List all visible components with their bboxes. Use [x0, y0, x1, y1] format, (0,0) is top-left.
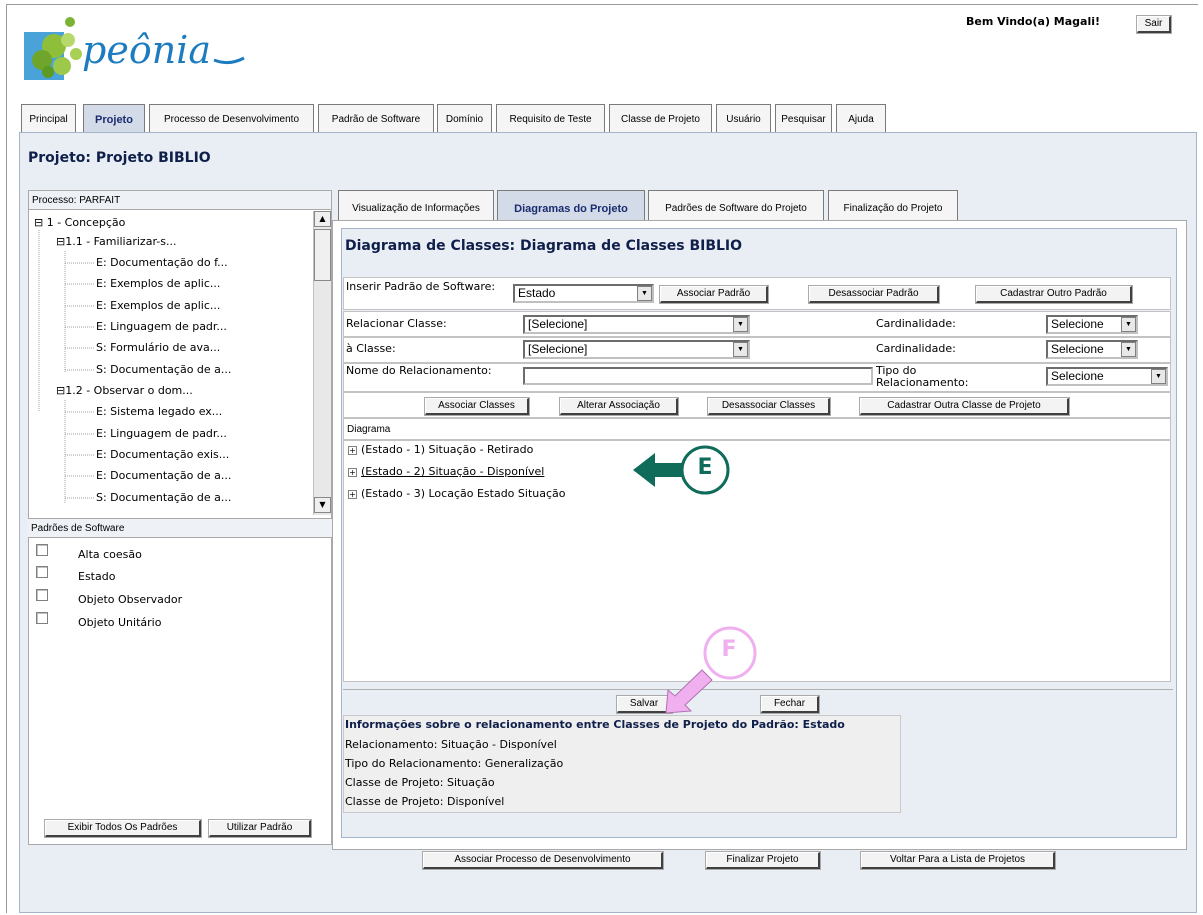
- expand-icon[interactable]: +: [348, 445, 357, 455]
- diagram-title: Diagrama de Classes: Diagrama de Classes…: [345, 238, 743, 254]
- pattern-select[interactable]: Estado ▼: [513, 284, 654, 303]
- tab-requisito-teste[interactable]: Requisito de Teste: [496, 104, 605, 132]
- cardinality-label: Cardinalidade:: [876, 317, 956, 330]
- pattern-item[interactable]: Estado: [36, 566, 115, 583]
- scroll-thumb[interactable]: [314, 229, 331, 281]
- annotation-arrow-f: [665, 669, 713, 714]
- tab-visualizacao-informacoes[interactable]: Visualização de Informações: [338, 190, 494, 220]
- rel-name-input[interactable]: [523, 367, 873, 385]
- welcome-text: Bem Vindo(a) Magali!: [966, 15, 1101, 28]
- tab-padrao-software[interactable]: Padrão de Software: [318, 104, 434, 132]
- diagram-header: Diagrama: [343, 418, 1171, 440]
- cardinality-label: Cardinalidade:: [876, 342, 956, 355]
- logout-button[interactable]: Sair: [1136, 15, 1172, 34]
- tab-ajuda[interactable]: Ajuda: [836, 104, 886, 132]
- tab-usuario[interactable]: Usuário: [716, 104, 771, 132]
- associate-classes-button[interactable]: Associar Classes: [424, 397, 530, 416]
- divider: [343, 689, 1173, 690]
- rel-type-label: Tipo do Relacionamento:: [876, 364, 969, 389]
- annotation-arrow-e: [633, 445, 730, 495]
- tab-processo-desenvolvimento[interactable]: Processo de Desenvolvimento: [149, 104, 314, 132]
- annotation-e-label: E: [697, 455, 713, 480]
- expand-icon[interactable]: +: [348, 489, 357, 499]
- dropdown-arrow-icon[interactable]: ▼: [637, 286, 652, 301]
- dropdown-arrow-icon[interactable]: ▼: [733, 342, 748, 357]
- tab-finalizacao-projeto[interactable]: Finalização do Projeto: [828, 190, 958, 220]
- tab-principal[interactable]: Principal: [21, 104, 76, 132]
- back-to-projects-button[interactable]: Voltar Para a Lista de Projetos: [860, 851, 1056, 870]
- diagram-item[interactable]: + (Estado - 3) Locação Estado Situação: [348, 487, 565, 501]
- register-class-button[interactable]: Cadastrar Outra Classe de Projeto: [859, 397, 1070, 416]
- register-pattern-button[interactable]: Cadastrar Outro Padrão: [975, 285, 1133, 304]
- info-line: Relacionamento: Situação - Disponível: [345, 738, 557, 751]
- tab-diagramas-projeto[interactable]: Diagramas do Projeto: [497, 190, 645, 220]
- pattern-item[interactable]: Alta coesão: [36, 544, 142, 561]
- pattern-checkbox[interactable]: [36, 612, 48, 624]
- diagram-item[interactable]: + (Estado - 1) Situação - Retirado: [348, 443, 533, 457]
- to-class-label: à Classe:: [346, 342, 396, 355]
- insert-pattern-label: Inserir Padrão de Software:: [346, 280, 496, 293]
- process-header: Processo: PARFAIT: [28, 190, 332, 210]
- pattern-item[interactable]: Objeto Observador: [36, 589, 182, 606]
- use-pattern-button[interactable]: Utilizar Padrão: [208, 819, 312, 838]
- relate-class-select[interactable]: [Selecione] ▼: [523, 315, 750, 334]
- dropdown-arrow-icon[interactable]: ▼: [1151, 369, 1166, 384]
- dropdown-arrow-icon[interactable]: ▼: [733, 317, 748, 332]
- patterns-header: Padrões de Software: [28, 518, 332, 538]
- info-line: Tipo do Relacionamento: Generalização: [345, 757, 564, 770]
- alter-association-button[interactable]: Alterar Associação: [559, 397, 679, 416]
- rel-type-select[interactable]: Selecione ▼: [1046, 367, 1168, 386]
- tab-projeto[interactable]: Projeto: [83, 104, 145, 132]
- dissociate-classes-button[interactable]: Desassociar Classes: [707, 397, 831, 416]
- info-title: Informações sobre o relacionamento entre…: [345, 718, 845, 731]
- pattern-checkbox[interactable]: [36, 566, 48, 578]
- relate-class-label: Relacionar Classe:: [346, 317, 447, 330]
- show-all-patterns-button[interactable]: Exibir Todos Os Padrões: [44, 819, 202, 838]
- scroll-down-icon[interactable]: ▼: [314, 497, 331, 513]
- tab-padroes-software-projeto[interactable]: Padrões de Software do Projeto: [648, 190, 824, 220]
- logo-wordmark: peônia: [82, 28, 211, 72]
- pattern-checkbox[interactable]: [36, 544, 48, 556]
- diagram-item[interactable]: + (Estado - 2) Situação - Disponível: [348, 465, 544, 479]
- scroll-up-icon[interactable]: ▲: [314, 211, 331, 227]
- associate-process-button[interactable]: Associar Processo de Desenvolvimento: [422, 851, 664, 870]
- info-line: Classe de Projeto: Situação: [345, 776, 495, 789]
- cardinality-select-1[interactable]: Selecione ▼: [1046, 315, 1138, 334]
- tree-scrollbar[interactable]: ▲ ▼: [313, 211, 331, 515]
- dissociate-pattern-button[interactable]: Desassociar Padrão: [808, 285, 940, 304]
- finish-project-button[interactable]: Finalizar Projeto: [705, 851, 821, 870]
- tab-classe-projeto[interactable]: Classe de Projeto: [609, 104, 712, 132]
- tab-pesquisar[interactable]: Pesquisar: [775, 104, 832, 132]
- page-title: Projeto: Projeto BIBLIO: [28, 150, 211, 166]
- annotation-f-label: F: [721, 637, 737, 662]
- dropdown-arrow-icon[interactable]: ▼: [1121, 317, 1136, 332]
- pattern-item[interactable]: Objeto Unitário: [36, 612, 161, 629]
- close-button[interactable]: Fechar: [760, 695, 820, 714]
- to-class-select[interactable]: [Selecione] ▼: [523, 340, 750, 359]
- associate-pattern-button[interactable]: Associar Padrão: [659, 285, 769, 304]
- expand-icon[interactable]: +: [348, 467, 357, 477]
- pattern-checkbox[interactable]: [36, 589, 48, 601]
- rel-name-label: Nome do Relacionamento:: [346, 364, 492, 377]
- info-line: Classe de Projeto: Disponível: [345, 795, 505, 808]
- cardinality-select-2[interactable]: Selecione ▼: [1046, 340, 1138, 359]
- dropdown-arrow-icon[interactable]: ▼: [1121, 342, 1136, 357]
- tree-connector-lines: [38, 230, 95, 503]
- tab-dominio[interactable]: Domínio: [437, 104, 492, 132]
